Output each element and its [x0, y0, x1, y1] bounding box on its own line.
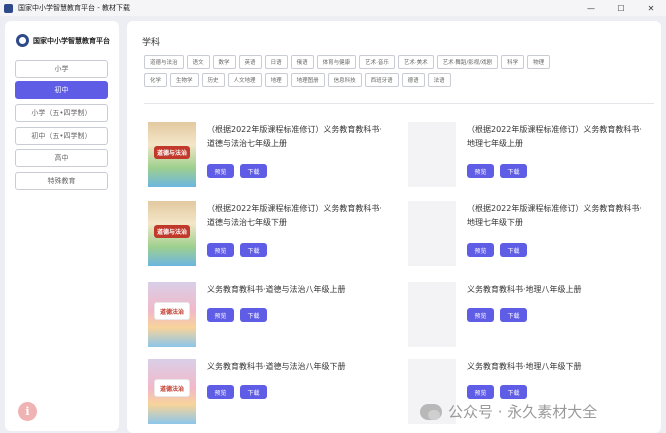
wechat-icon — [420, 403, 442, 420]
subject-tag[interactable]: 道德与法治 — [144, 55, 184, 69]
preview-button[interactable]: 预览 — [467, 164, 494, 178]
book-cover[interactable] — [408, 201, 456, 266]
book-actions: 预览 下载 — [207, 243, 267, 257]
book-card: （根据2022年版课程标准修订）义务教育教科书·地理七年级上册 预览 下载 — [408, 122, 653, 192]
app-icon — [4, 3, 13, 13]
subject-tag[interactable]: 日语 — [264, 55, 288, 69]
maximize-button[interactable]: ☐ — [606, 0, 636, 16]
book-actions: 预览 下载 — [207, 164, 267, 178]
section-divider — [144, 103, 654, 104]
book-actions: 预览 下载 — [467, 243, 527, 257]
download-button[interactable]: 下载 — [240, 385, 267, 399]
book-card: 道德法治 义务教育教科书·道德与法治八年级下册 预览 下载 — [148, 359, 393, 429]
subject-tag[interactable]: 信息科技 — [327, 73, 362, 87]
subject-tags-row-2: 化学 生物学 历史 人文地理 地理 地理图册 信息科技 西班牙语 德语 法语 — [144, 73, 451, 87]
book-cover[interactable] — [408, 282, 456, 347]
preview-button[interactable]: 预览 — [207, 385, 234, 399]
subject-tag[interactable]: 物理 — [527, 55, 551, 69]
preview-button[interactable]: 预览 — [207, 243, 234, 257]
watermark-text: 公众号 · 永久素材大全 — [448, 403, 598, 421]
book-card: （根据2022年版课程标准修订）义务教育教科书·地理七年级下册 预览 下载 — [408, 201, 653, 271]
cover-title: 道德与法治 — [154, 225, 190, 238]
main-panel: 学科 道德与法治 语文 数学 英语 日语 俄语 体育与健康 艺术·音乐 艺术·美… — [127, 21, 661, 433]
preview-button[interactable]: 预览 — [207, 308, 234, 322]
book-title: 义务教育教科书·地理八年级上册 — [467, 285, 582, 294]
sidebar-item-primary[interactable]: 小学 — [15, 60, 108, 78]
subject-tag[interactable]: 西班牙语 — [364, 73, 399, 87]
book-title: （根据2022年版课程标准修订）义务教育教科书·道德与法治七年级上册 — [207, 125, 382, 148]
brand: 国家中小学智慧教育平台 — [16, 34, 110, 47]
book-card: 道德法治 义务教育教科书·道德与法治八年级上册 预览 下载 — [148, 282, 393, 352]
book-title: 义务教育教科书·道德与法治八年级上册 — [207, 285, 346, 294]
book-cover[interactable]: 道德法治 — [148, 282, 196, 347]
book-card: 义务教育教科书·地理八年级上册 预览 下载 — [408, 282, 653, 352]
book-cover[interactable]: 道德与法治 — [148, 201, 196, 266]
subject-tag[interactable]: 人文地理 — [227, 73, 262, 87]
subject-tag[interactable]: 科学 — [501, 55, 525, 69]
book-actions: 预览 下载 — [467, 385, 527, 399]
subject-tag[interactable]: 数学 — [212, 55, 236, 69]
subject-tag[interactable]: 历史 — [201, 73, 225, 87]
info-icon[interactable]: i — [18, 402, 37, 421]
book-card: 道德与法治 （根据2022年版课程标准修订）义务教育教科书·道德与法治七年级上册… — [148, 122, 393, 192]
download-button[interactable]: 下载 — [240, 243, 267, 257]
sidebar-item-special-education[interactable]: 特殊教育 — [15, 172, 108, 190]
book-title: （根据2022年版课程标准修订）义务教育教科书·地理七年级下册 — [467, 204, 642, 227]
cover-title: 道德法治 — [154, 379, 190, 397]
sidebar-item-senior-high[interactable]: 高中 — [15, 149, 108, 167]
subject-tag[interactable]: 地理图册 — [290, 73, 325, 87]
sidebar-item-primary-54[interactable]: 小学（五•四学制） — [15, 104, 108, 122]
subject-tag[interactable]: 俄语 — [290, 55, 314, 69]
sidebar: 国家中小学智慧教育平台 小学 初中 小学（五•四学制） 初中（五•四学制） 高中… — [5, 21, 119, 431]
watermark: 公众号 · 永久素材大全 — [420, 401, 597, 422]
subject-tag[interactable]: 艺术·舞蹈/影视/戏剧 — [436, 55, 499, 69]
sidebar-item-junior-high-54[interactable]: 初中（五•四学制） — [15, 127, 108, 145]
subject-tag[interactable]: 体育与健康 — [316, 55, 357, 69]
subject-tag[interactable]: 法语 — [427, 73, 451, 87]
book-actions: 预览 下载 — [467, 308, 527, 322]
subject-tags-row-1: 道德与法治 语文 数学 英语 日语 俄语 体育与健康 艺术·音乐 艺术·美术 艺… — [144, 55, 551, 69]
preview-button[interactable]: 预览 — [467, 385, 494, 399]
book-cover[interactable]: 道德法治 — [148, 359, 196, 424]
download-button[interactable]: 下载 — [240, 308, 267, 322]
cover-title: 道德与法治 — [154, 146, 190, 159]
preview-button[interactable]: 预览 — [467, 308, 494, 322]
subject-tag[interactable]: 艺术·美术 — [397, 55, 434, 69]
preview-button[interactable]: 预览 — [207, 164, 234, 178]
subject-section-title: 学科 — [142, 38, 161, 48]
minimize-button[interactable]: — — [576, 0, 606, 16]
download-button[interactable]: 下载 — [240, 164, 267, 178]
download-button[interactable]: 下载 — [500, 385, 527, 399]
book-cover[interactable] — [408, 122, 456, 187]
cover-title: 道德法治 — [154, 302, 190, 320]
subject-tag[interactable]: 语文 — [186, 55, 210, 69]
window-title: 国家中小学智慧教育平台 - 教材下载 — [18, 4, 130, 12]
sidebar-item-junior-high[interactable]: 初中 — [15, 81, 108, 99]
download-button[interactable]: 下载 — [500, 243, 527, 257]
subject-tag[interactable]: 英语 — [238, 55, 262, 69]
subject-tag[interactable]: 地理 — [264, 73, 288, 87]
preview-button[interactable]: 预览 — [467, 243, 494, 257]
book-cover[interactable]: 道德与法治 — [148, 122, 196, 187]
book-actions: 预览 下载 — [207, 308, 267, 322]
book-card: 道德与法治 （根据2022年版课程标准修订）义务教育教科书·道德与法治七年级下册… — [148, 201, 393, 271]
book-title: （根据2022年版课程标准修订）义务教育教科书·地理七年级上册 — [467, 125, 642, 148]
title-bar: 国家中小学智慧教育平台 - 教材下载 — ☐ ✕ — [0, 0, 666, 16]
download-button[interactable]: 下载 — [500, 308, 527, 322]
book-actions: 预览 下载 — [467, 164, 527, 178]
brand-name: 国家中小学智慧教育平台 — [33, 36, 110, 45]
book-actions: 预览 下载 — [207, 385, 267, 399]
book-title: （根据2022年版课程标准修订）义务教育教科书·道德与法治七年级下册 — [207, 204, 382, 227]
book-title: 义务教育教科书·地理八年级下册 — [467, 362, 582, 371]
subject-tag[interactable]: 艺术·音乐 — [359, 55, 395, 69]
subject-tag[interactable]: 化学 — [144, 73, 168, 87]
subject-tag[interactable]: 德语 — [401, 73, 425, 87]
brand-logo-icon — [16, 34, 29, 47]
book-title: 义务教育教科书·道德与法治八年级下册 — [207, 362, 346, 371]
close-button[interactable]: ✕ — [636, 0, 666, 16]
subject-tag[interactable]: 生物学 — [170, 73, 199, 87]
window-controls: — ☐ ✕ — [576, 0, 666, 16]
download-button[interactable]: 下载 — [500, 164, 527, 178]
